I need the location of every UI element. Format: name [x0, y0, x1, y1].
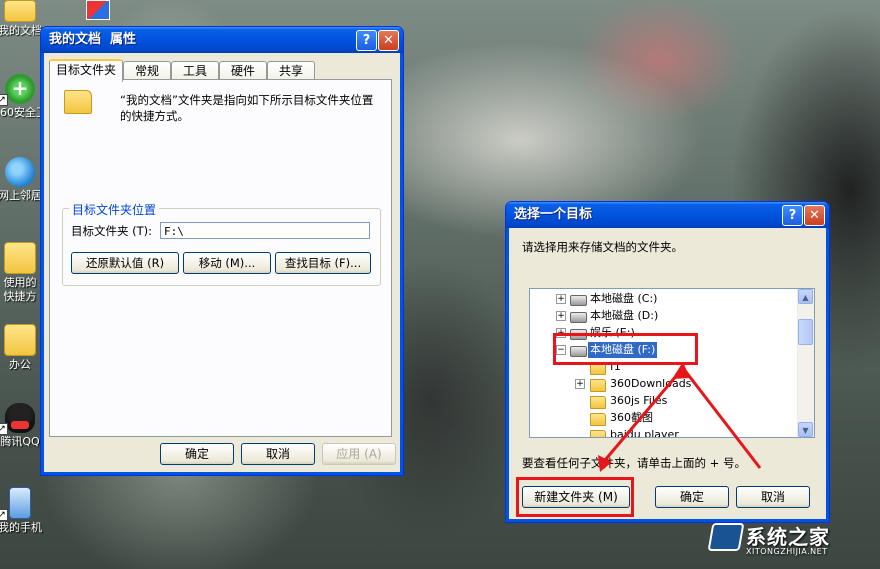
arrow-line	[598, 367, 685, 467]
watermark-subtitle: XITONGZHIJIA.NET	[746, 547, 828, 556]
arrow-head	[598, 455, 612, 472]
watermark-logo-icon	[707, 523, 745, 551]
annotation-arrows	[598, 362, 762, 472]
tab-target-folder[interactable]: 目标文件夹	[49, 59, 123, 82]
arrow-line	[681, 367, 762, 469]
watermark-title: 系统之家	[746, 525, 830, 549]
arrow-head	[672, 362, 690, 379]
watermark: 系统之家 XITONGZHIJIA.NET	[707, 521, 870, 561]
